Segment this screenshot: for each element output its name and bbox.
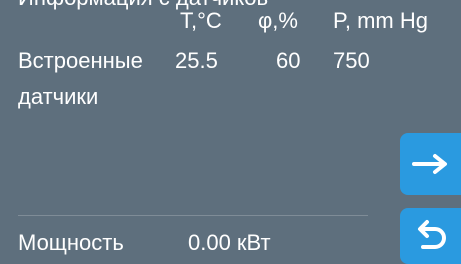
column-header-temperature: T,°C [180, 8, 222, 33]
humidity-value: 60 [276, 48, 301, 73]
sensor-row-label-continued: датчики [18, 84, 99, 109]
screen-title: Информация с датчиков [18, 0, 268, 9]
column-header-pressure: P, mm Hg [333, 8, 428, 33]
divider [18, 215, 368, 216]
back-button[interactable] [400, 208, 461, 264]
pressure-value: 750 [333, 48, 370, 73]
return-arrow-icon [417, 220, 446, 249]
sensor-row-label: Встроенные [18, 48, 143, 73]
arrow-right-icon [411, 154, 447, 174]
next-button[interactable] [400, 133, 461, 195]
column-header-humidity: φ,% [258, 8, 298, 33]
power-label: Мощность [18, 230, 124, 255]
power-value: 0.00 кВт [188, 230, 271, 255]
temperature-value: 25.5 [175, 48, 218, 73]
